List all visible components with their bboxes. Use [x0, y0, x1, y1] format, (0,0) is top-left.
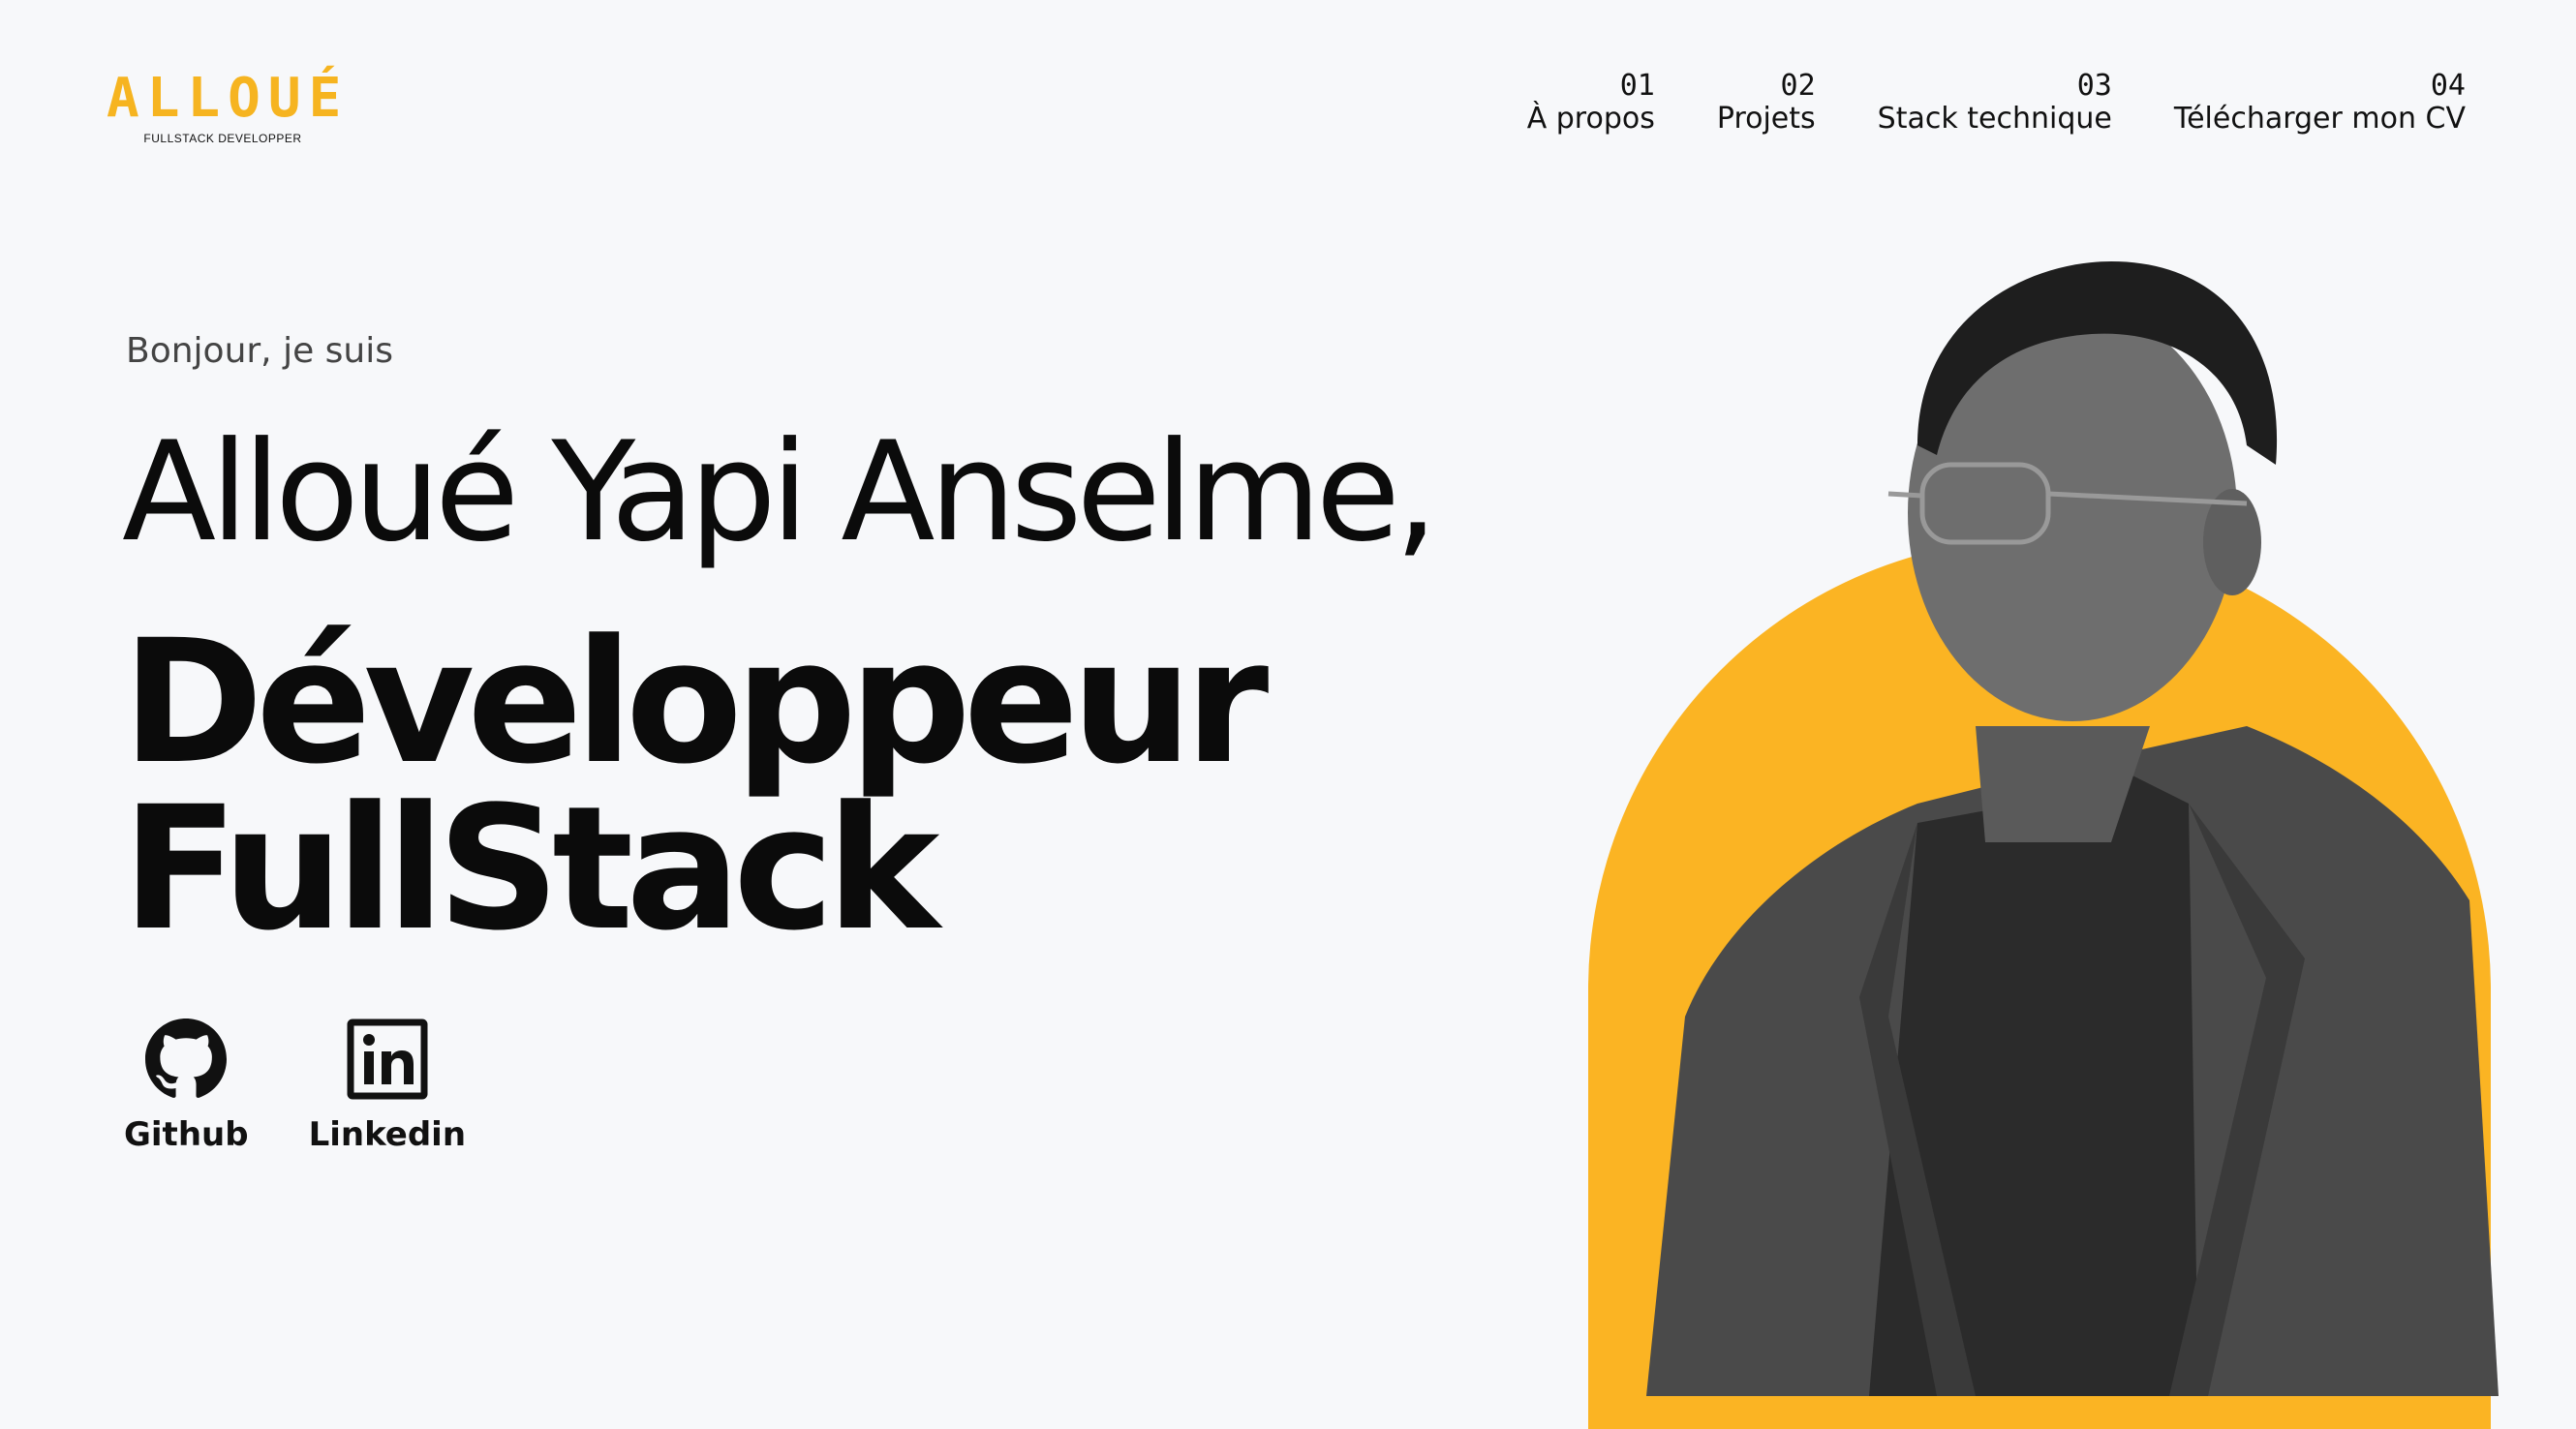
nav-item-download-cv[interactable]: 04 Télécharger mon CV: [2173, 69, 2466, 136]
social-links: Github Linkedin: [124, 1019, 466, 1154]
nav-item-label: Stack technique: [1877, 102, 2112, 136]
nav-item-label: Télécharger mon CV: [2173, 102, 2466, 136]
nav-item-label: À propos: [1526, 102, 1655, 136]
portrait-photo: [1646, 261, 2499, 1396]
hero-role: Développeur FullStack: [122, 603, 1269, 969]
nav-item-number: 04: [2430, 69, 2466, 103]
github-label: Github: [124, 1115, 249, 1154]
linkedin-icon: [347, 1019, 428, 1100]
nav-item-projects[interactable]: 02 Projets: [1716, 69, 1816, 136]
nav-item-number: 02: [1780, 69, 1816, 103]
nav-item-number: 03: [2076, 69, 2112, 103]
nav-item-tech-stack[interactable]: 03 Stack technique: [1877, 69, 2112, 136]
nav-item-number: 01: [1619, 69, 1655, 103]
github-link[interactable]: Github: [124, 1019, 249, 1154]
site-logo[interactable]: ALLOUÉ FULLSTACK DEVELOPPER: [107, 60, 350, 146]
logo-wordmark: ALLOUÉ: [107, 67, 350, 130]
hero-role-line1: Développeur: [122, 603, 1269, 802]
linkedin-label: Linkedin: [308, 1115, 467, 1154]
github-icon: [145, 1019, 228, 1098]
logo-tagline: FULLSTACK DEVELOPPER: [143, 132, 302, 145]
main-nav: 01 À propos 02 Projets 03 Stack techniqu…: [1526, 69, 2466, 136]
hero-greeting: Bonjour, je suis: [126, 331, 393, 371]
nav-item-label: Projets: [1716, 102, 1816, 136]
linkedin-link[interactable]: Linkedin: [309, 1019, 466, 1154]
nav-item-about[interactable]: 01 À propos: [1526, 69, 1655, 136]
hero-role-line2: FullStack: [122, 770, 939, 969]
hero-name: Alloué Yapi Anselme,: [122, 412, 1438, 572]
